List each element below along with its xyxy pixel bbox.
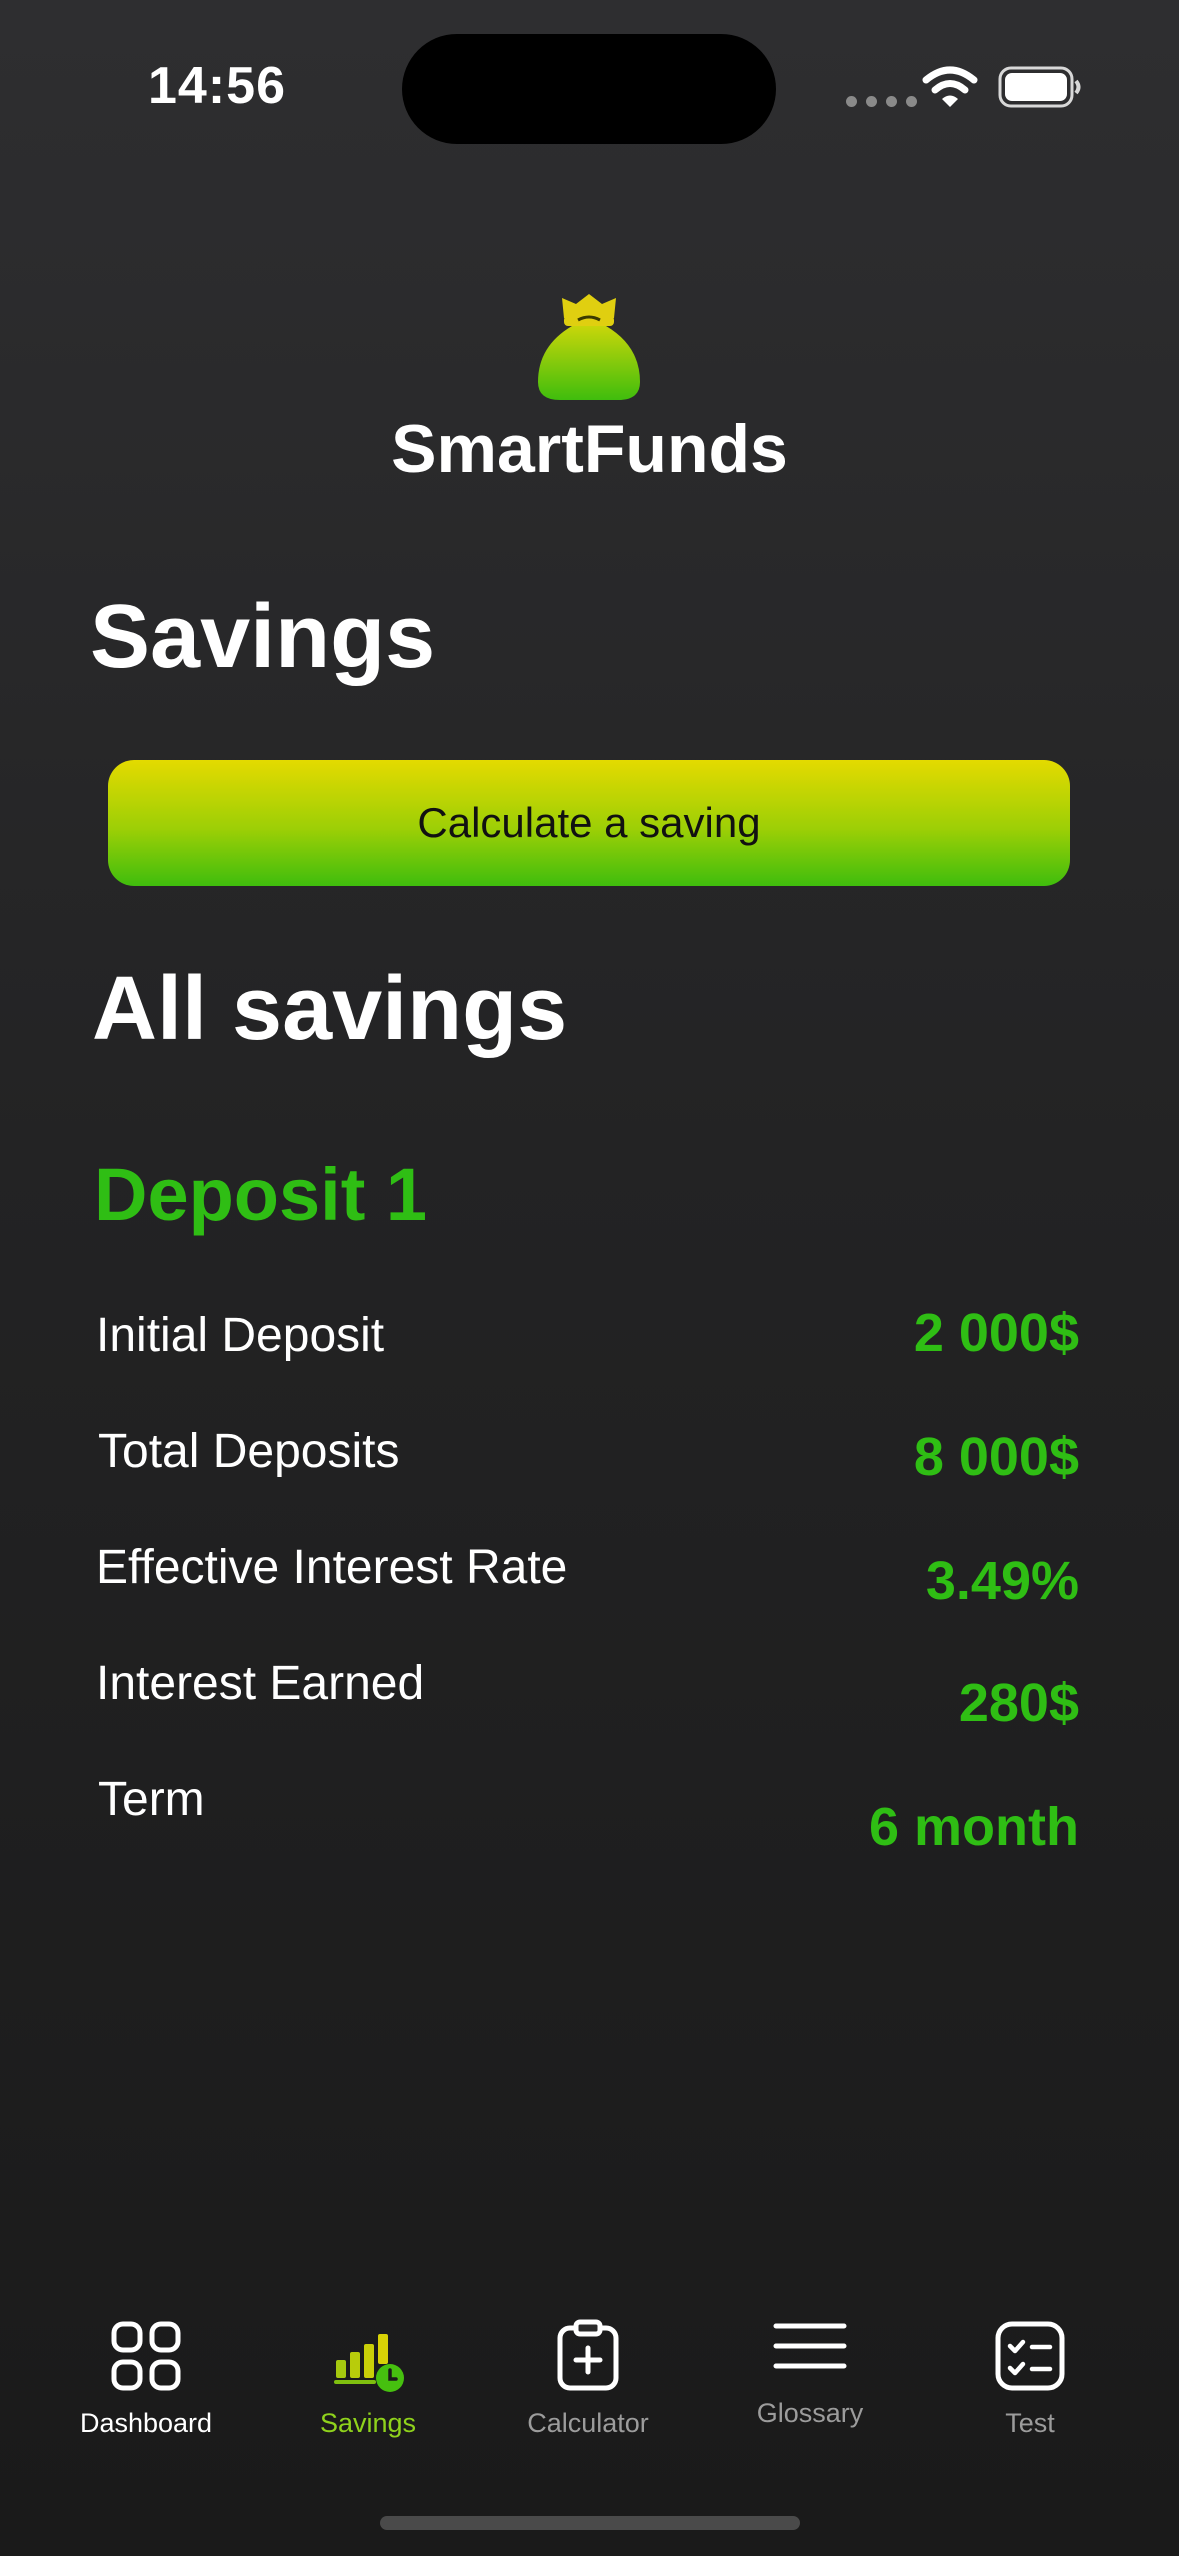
tab-label-calculator: Calculator: [527, 2408, 649, 2438]
deposit-title[interactable]: Deposit 1: [94, 1152, 427, 1237]
tab-calculator[interactable]: Calculator: [488, 2318, 688, 2439]
tab-label-glossary: Glossary: [756, 2398, 864, 2428]
menu-lines-icon: [773, 2323, 847, 2369]
total-deposits-label: Total Deposits: [98, 1425, 400, 1478]
section-title: All savings: [92, 959, 568, 1059]
term-label: Term: [98, 1773, 205, 1826]
savings-chart-icon: [334, 2334, 404, 2392]
tab-label-dashboard: Dashboard: [79, 2408, 213, 2438]
tab-glossary[interactable]: Glossary: [710, 2308, 910, 2429]
tab-savings[interactable]: Savings: [268, 2318, 468, 2439]
tab-test[interactable]: Test: [930, 2318, 1130, 2439]
checklist-icon: [995, 2321, 1065, 2391]
app-title: SmartFunds: [391, 411, 788, 487]
cellular-signal-icon: [846, 96, 917, 107]
interest-earned-label: Interest Earned: [96, 1657, 425, 1710]
calculate-saving-button[interactable]: Calculate a saving: [108, 760, 1070, 886]
interest-earned-value: 280$: [958, 1673, 1079, 1733]
wifi-icon: [922, 66, 978, 107]
initial-deposit-label: Initial Deposit: [96, 1309, 385, 1362]
clipboard-plus-icon: [557, 2319, 619, 2391]
page-title: Savings: [90, 587, 436, 687]
initial-deposit-value: 2 000$: [913, 1303, 1079, 1363]
effective-interest-rate-label: Effective Interest Rate: [96, 1541, 568, 1594]
dynamic-island: [402, 34, 776, 144]
tab-label-test: Test: [1005, 2408, 1055, 2438]
tab-dashboard[interactable]: Dashboard: [46, 2318, 246, 2439]
battery-icon: [998, 66, 1081, 108]
money-bag-icon: [538, 294, 640, 400]
grid-icon: [111, 2321, 181, 2391]
status-time: 14:56: [148, 57, 286, 115]
tab-label-savings: Savings: [319, 2408, 417, 2438]
total-deposits-value: 8 000$: [913, 1427, 1079, 1487]
term-value: 6 month: [869, 1797, 1079, 1857]
home-indicator[interactable]: [380, 2516, 800, 2530]
effective-interest-rate-value: 3.49%: [925, 1551, 1079, 1611]
